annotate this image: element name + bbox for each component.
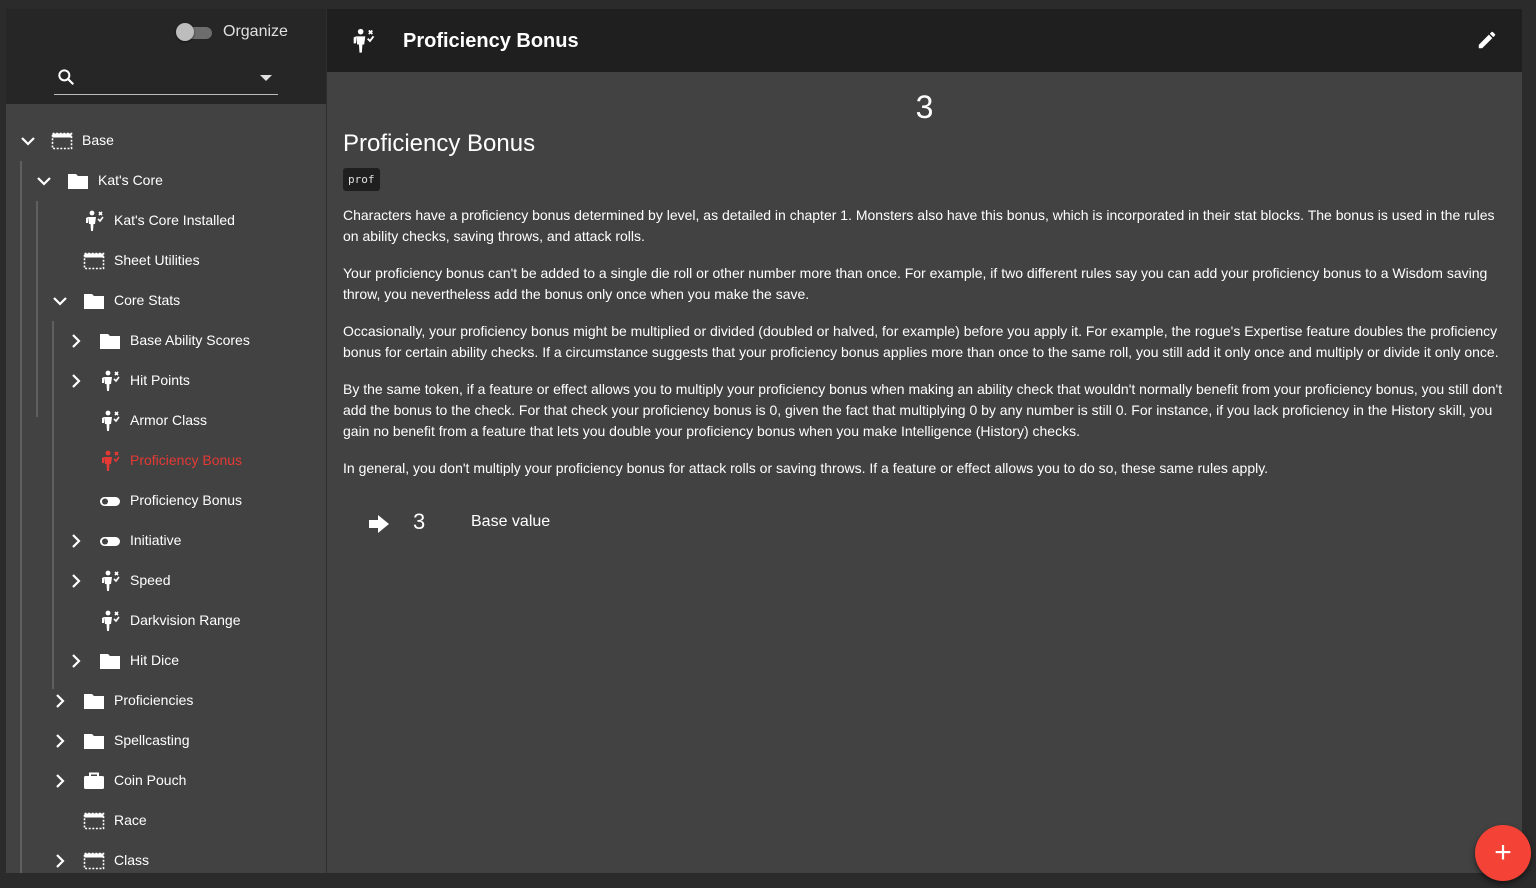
folder-icon xyxy=(100,654,120,669)
tree-item-label: Armor Class xyxy=(130,412,208,428)
property-heading: Proficiency Bonus xyxy=(343,130,536,157)
attribute-icon xyxy=(86,210,104,231)
chevron-right-icon[interactable] xyxy=(66,571,86,591)
attribute-icon xyxy=(102,450,120,471)
tree-item-label: Kat's Core xyxy=(98,172,163,188)
chevron-right-icon[interactable] xyxy=(50,691,70,711)
tree-item[interactable]: Race xyxy=(6,801,326,841)
tree-item-label: Base Ability Scores xyxy=(130,332,250,348)
slot-icon xyxy=(83,812,105,830)
search-icon xyxy=(58,69,74,85)
slot-icon xyxy=(51,132,73,150)
organize-label: Organize xyxy=(223,23,288,40)
tree-item[interactable]: Proficiency Bonus xyxy=(6,481,326,521)
tree-item[interactable]: Spellcasting xyxy=(6,721,326,761)
organize-toggle[interactable] xyxy=(176,23,212,41)
chevron-right-icon[interactable] xyxy=(66,331,86,351)
tree-item-label: Hit Points xyxy=(130,372,190,388)
tree-item[interactable]: Initiative xyxy=(6,521,326,561)
slot-icon xyxy=(83,852,105,870)
calculation-value: 3 xyxy=(413,509,426,534)
calculation-label: Base value xyxy=(471,513,551,530)
tree-item[interactable]: Hit Dice xyxy=(6,641,326,681)
chevron-right-icon[interactable] xyxy=(66,371,86,391)
tree-item-label: Speed xyxy=(130,572,171,588)
calculation-row: 3 Base value xyxy=(367,509,767,539)
sidebar-header: Organize xyxy=(6,9,326,104)
toggle-icon xyxy=(100,497,120,506)
property-description: Characters have a proficiency bonus dete… xyxy=(343,205,1507,495)
attribute-icon xyxy=(102,570,120,591)
briefcase-icon xyxy=(84,772,104,789)
tree-item[interactable]: Darkvision Range xyxy=(6,601,326,641)
tree-item[interactable]: Proficiency Bonus xyxy=(6,441,326,481)
sidebar: Organize Base Kat's Core Kat's Core Instal… xyxy=(6,9,327,873)
main-panel: Proficiency Bonus 3 Proficiency Bonus pr… xyxy=(327,9,1522,873)
toggle-thumb xyxy=(176,23,194,41)
chevron-right-icon[interactable] xyxy=(50,771,70,791)
tree-item-label: Class xyxy=(114,852,150,868)
chevron-right-icon[interactable] xyxy=(66,531,86,551)
attribute-icon xyxy=(353,28,375,53)
tree-item[interactable]: Base Ability Scores xyxy=(6,321,326,361)
tree-item-label: Hit Dice xyxy=(130,652,180,668)
tree-item-label: Proficiency Bonus xyxy=(130,492,243,508)
app-window: Organize Base Kat's Core Kat's Core Instal… xyxy=(6,9,1522,873)
attribute-icon xyxy=(102,370,120,391)
tree-item-label: Coin Pouch xyxy=(114,772,187,788)
description-paragraph: Characters have a proficiency bonus dete… xyxy=(343,207,1495,244)
variable-name-chip: prof xyxy=(343,168,380,191)
folder-icon xyxy=(84,734,104,749)
chevron-down-icon[interactable] xyxy=(50,291,70,311)
tree-item[interactable]: Hit Points xyxy=(6,361,326,401)
attribute-icon xyxy=(102,610,120,631)
slot-icon xyxy=(83,252,105,270)
attribute-icon xyxy=(102,410,120,431)
tree-item[interactable]: Kat's Core xyxy=(6,161,326,201)
tree-item[interactable]: Kat's Core Installed xyxy=(6,201,326,241)
tree-item[interactable]: Coin Pouch xyxy=(6,761,326,801)
chevron-right-icon[interactable] xyxy=(50,731,70,751)
tree-item[interactable]: Base xyxy=(6,121,326,161)
add-button[interactable]: + xyxy=(1475,825,1531,881)
tree-item-label: Darkvision Range xyxy=(130,612,241,628)
tree-item-label: Proficiencies xyxy=(114,692,194,708)
tree-item-label: Kat's Core Installed xyxy=(114,212,235,228)
description-paragraph: Your proficiency bonus can't be added to… xyxy=(343,265,1488,302)
dropdown-arrow-icon[interactable] xyxy=(260,75,272,81)
tree-item-label: Initiative xyxy=(130,532,182,548)
chevron-down-icon[interactable] xyxy=(18,131,38,151)
description-paragraph: By the same token, if a feature or effec… xyxy=(343,381,1503,439)
tree-item[interactable]: Armor Class xyxy=(6,401,326,441)
toolbar: Proficiency Bonus xyxy=(327,9,1522,72)
page-title: Proficiency Bonus xyxy=(403,30,579,52)
folder-icon xyxy=(84,694,104,709)
tree-item-label: Spellcasting xyxy=(114,732,190,748)
toggle-icon xyxy=(100,537,120,546)
search-input[interactable] xyxy=(54,64,278,95)
tree-item-label: Core Stats xyxy=(114,292,181,308)
chevron-down-icon[interactable] xyxy=(34,171,54,191)
chevron-right-icon[interactable] xyxy=(66,651,86,671)
description-paragraph: In general, you don't multiply your prof… xyxy=(343,460,1269,476)
tree-item[interactable]: Class xyxy=(6,841,326,873)
tree-item-label: Base xyxy=(82,132,114,148)
tree-item[interactable]: Speed xyxy=(6,561,326,601)
tree-item[interactable]: Core Stats xyxy=(6,281,326,321)
tree-item[interactable]: Proficiencies xyxy=(6,681,326,721)
folder-icon xyxy=(100,334,120,349)
property-value: 3 xyxy=(915,89,934,125)
chevron-right-icon[interactable] xyxy=(50,851,70,871)
folder-icon xyxy=(68,174,88,189)
description-paragraph: Occasionally, your proficiency bonus mig… xyxy=(343,323,1499,360)
tree-item-label: Proficiency Bonus xyxy=(130,452,243,468)
tree-item-label: Sheet Utilities xyxy=(114,252,200,268)
edit-icon[interactable] xyxy=(1476,29,1498,51)
tree-item-label: Race xyxy=(114,812,147,828)
tree-item[interactable]: Sheet Utilities xyxy=(6,241,326,281)
arrow-right-icon xyxy=(369,515,389,533)
folder-icon xyxy=(84,294,104,309)
